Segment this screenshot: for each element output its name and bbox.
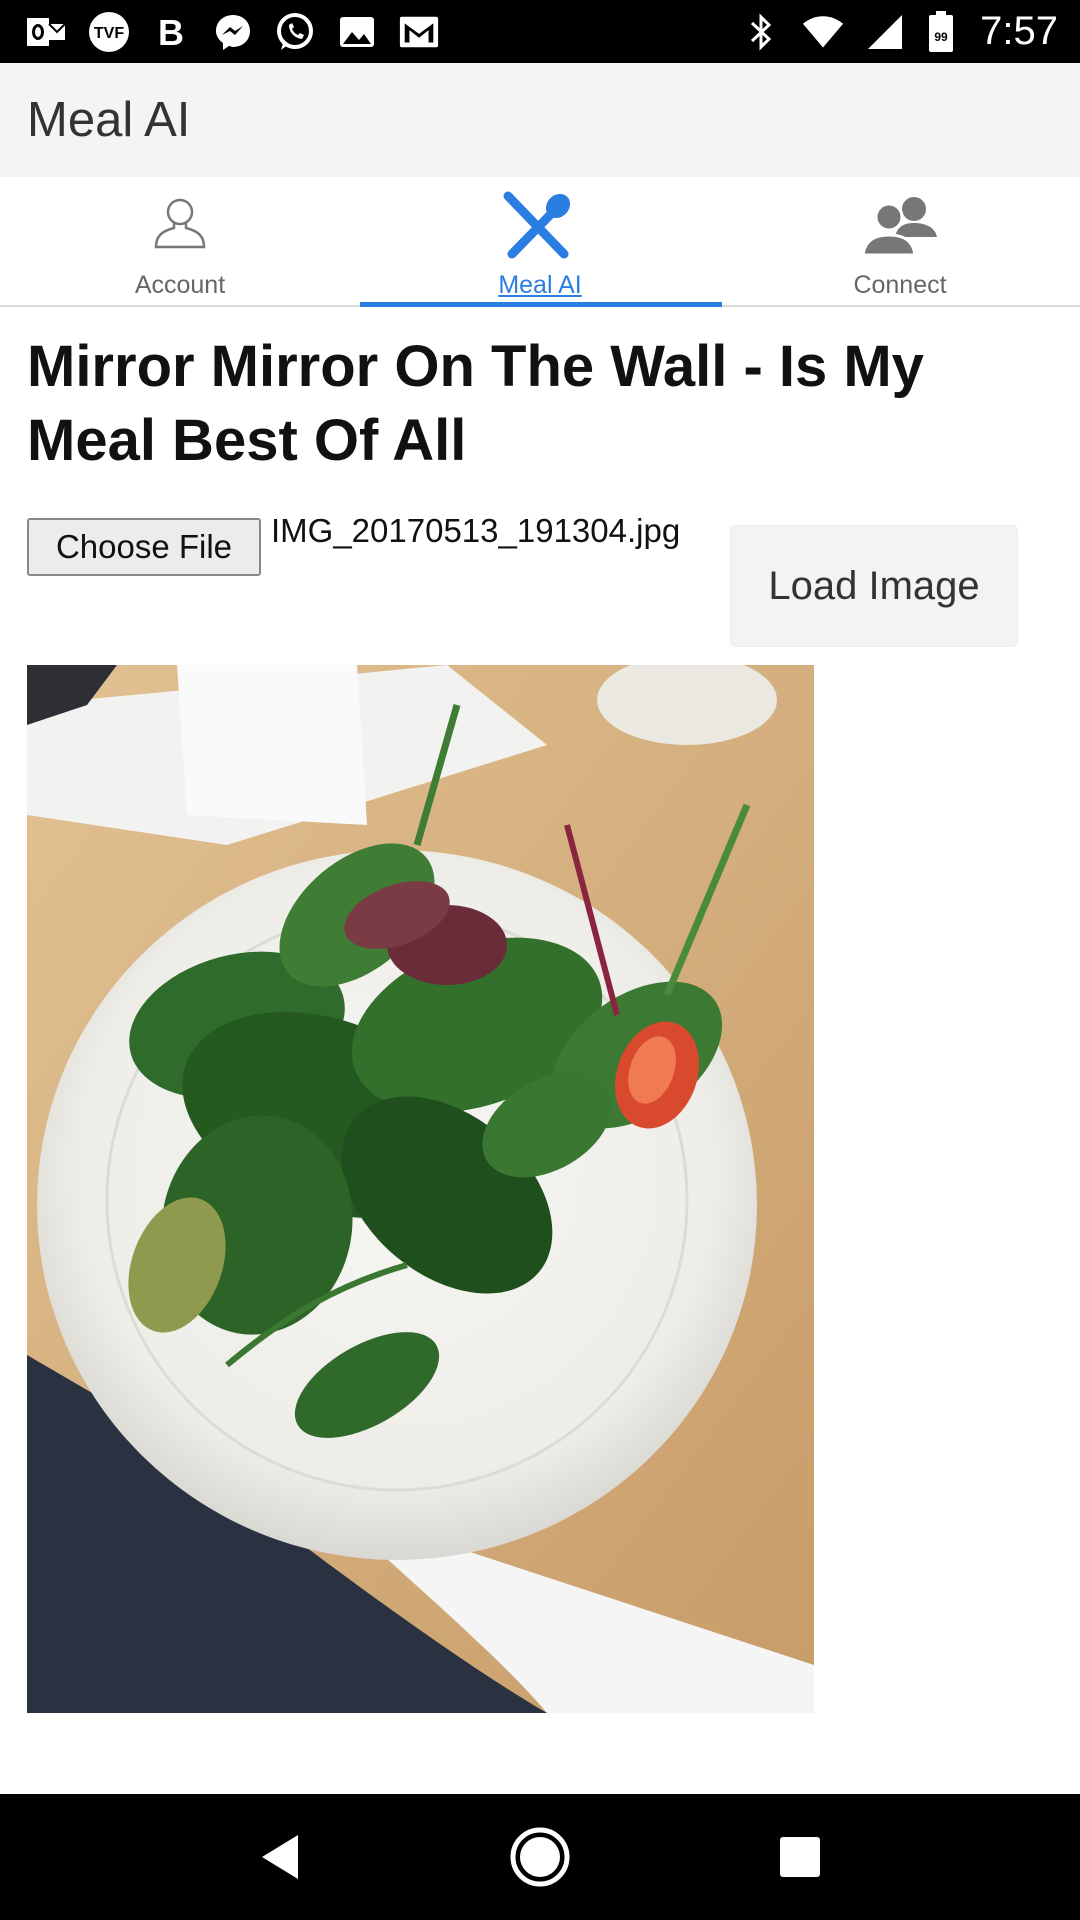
tab-connect[interactable]: Connect [720, 177, 1080, 305]
tab-bar: Account Meal AI Connect [0, 177, 1080, 307]
tab-label-connect: Connect [853, 271, 947, 299]
recents-icon[interactable] [755, 1812, 845, 1902]
svg-text:TVF: TVF [94, 25, 124, 42]
tab-account[interactable]: Account [0, 177, 360, 305]
app-bar: Meal AI [0, 63, 1080, 177]
back-icon[interactable] [235, 1812, 325, 1902]
bluetooth-icon [740, 11, 782, 53]
choose-file-button[interactable]: Choose File [27, 518, 261, 576]
tab-label-meal-ai: Meal AI [498, 271, 582, 299]
selected-file-name: IMG_20170513_191304.jpg [271, 512, 681, 549]
signal-icon [864, 11, 906, 53]
navigation-bar [0, 1794, 1080, 1920]
gmail-icon [398, 11, 440, 53]
system-status: 99 7:57 [740, 9, 1058, 54]
whatsapp-icon [274, 11, 316, 53]
messenger-icon [212, 11, 254, 53]
b-icon: B [150, 11, 192, 53]
tvf-icon: TVF [88, 11, 130, 53]
page-title: Mirror Mirror On The Wall - Is My Meal B… [27, 334, 924, 473]
person-icon [140, 187, 220, 263]
tab-label-account: Account [134, 271, 226, 299]
battery-level: 99 [934, 30, 948, 44]
wifi-icon [802, 11, 844, 53]
battery-icon: 99 [926, 10, 956, 53]
svg-text:B: B [158, 13, 184, 51]
app-title: Meal AI [27, 93, 191, 147]
outlook-icon [26, 11, 68, 53]
people-icon [860, 187, 940, 263]
home-icon[interactable] [495, 1812, 585, 1902]
clock: 7:57 [980, 9, 1058, 53]
gallery-icon [336, 11, 378, 53]
meal-photo [27, 665, 814, 1713]
fork-spoon-icon [500, 187, 580, 263]
tab-meal-ai[interactable]: Meal AI [360, 177, 722, 307]
notification-icons: TVF B [26, 11, 440, 53]
status-bar: TVF B 99 7:57 [0, 0, 1080, 63]
load-image-button[interactable]: Load Image [730, 525, 1018, 647]
